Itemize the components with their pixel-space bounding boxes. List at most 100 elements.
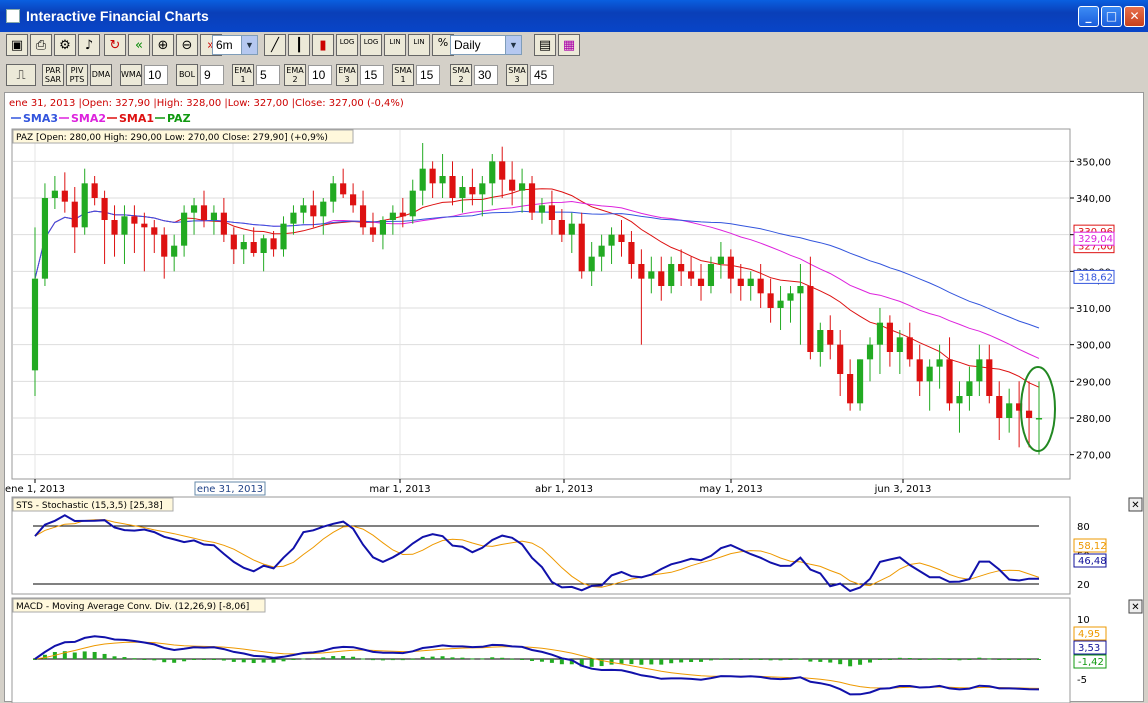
chart-panel[interactable]: ene 31, 2013 |Open: 327,90 |High: 328,00… (4, 92, 1145, 703)
macd-tag: 3,53 (1078, 643, 1100, 654)
macd-hist-bar (400, 659, 405, 661)
stoch-tick-label: 80 (1077, 522, 1090, 533)
macd-hist-bar (321, 657, 326, 659)
scroll-left-icon[interactable]: « (128, 34, 150, 56)
minimize-button[interactable]: _ (1078, 6, 1099, 27)
color-palette-icon[interactable]: ▦ (558, 34, 580, 56)
macd-hist-bar (967, 659, 972, 660)
macd-hist-bar (92, 651, 97, 659)
candle-body (419, 168, 426, 191)
lin-button-1[interactable]: LIN (384, 34, 406, 56)
indicator-add-icon[interactable]: ⎍ (6, 64, 36, 86)
range-select[interactable]: 6m ▼ (212, 35, 258, 55)
macd-hist-bar (351, 656, 356, 659)
range-value: 6m (216, 38, 233, 52)
candle-body (906, 337, 913, 360)
title-bar[interactable]: Interactive Financial Charts _ □ ✕ (0, 0, 1148, 32)
price-axis: 350,00340,00330,00320,00310,00300,00290,… (1070, 157, 1111, 462)
ema3-button[interactable]: EMA 3 (336, 64, 358, 86)
candle-body (956, 396, 963, 404)
candle-body (190, 205, 198, 213)
ema2-button[interactable]: EMA 2 (284, 64, 306, 86)
candle-body (250, 242, 257, 253)
candle-body (369, 227, 377, 235)
candle-body (71, 201, 78, 228)
wma-button[interactable]: WMA (120, 64, 142, 86)
candle-body (489, 161, 496, 184)
sma2-button[interactable]: SMA 2 (450, 64, 472, 86)
maximize-button[interactable]: □ (1101, 6, 1122, 27)
macd-hist-bar (102, 653, 107, 659)
line-chart-icon[interactable]: ╱ (264, 34, 286, 56)
wma-period[interactable]: 10 (144, 65, 168, 85)
indicator-toolbar: ⎍ PAR SAR PIV PTS DMA WMA 10 BOL 9 EMA 1… (4, 63, 1144, 89)
sma1-period[interactable]: 15 (416, 65, 440, 85)
candle-body (926, 366, 933, 382)
candle-body (996, 396, 1003, 418)
candle-body (787, 293, 794, 301)
date-label: jun 3, 2013 (874, 484, 932, 495)
stochastic-pane[interactable] (11, 496, 1071, 595)
price-tag: 329,04 (1078, 234, 1113, 245)
macd-hist-bar (947, 659, 952, 660)
macd-hist-bar (430, 656, 435, 659)
lin-button-2[interactable]: LIN (408, 34, 430, 56)
candle-body (379, 220, 387, 235)
sma1-button[interactable]: SMA 1 (392, 64, 414, 86)
macd-hist-bar (192, 659, 197, 660)
bar-chart-icon[interactable]: ┃ (288, 34, 310, 56)
date-label: abr 1, 2013 (535, 484, 593, 495)
macd-hist-bar (1037, 659, 1041, 660)
print-icon[interactable]: ⎙ (30, 34, 52, 56)
ema1-period[interactable]: 5 (256, 65, 280, 85)
stoch-header: STS - Stochastic (15,3,5) [25,38] (16, 501, 163, 511)
candle-body (856, 359, 864, 404)
interval-select[interactable]: Daily ▼ (450, 35, 522, 55)
candle-body (469, 187, 476, 195)
candle-body (151, 227, 158, 235)
bol-period[interactable]: 9 (200, 65, 224, 85)
candle-body (1025, 410, 1033, 418)
candle-body (727, 256, 734, 279)
ema2-period[interactable]: 10 (308, 65, 332, 85)
price-tick-label: 310,00 (1076, 304, 1111, 315)
chart-canvas[interactable]: ene 31, 2013 |Open: 327,90 |High: 328,00… (5, 93, 1145, 703)
candle-chart-icon[interactable]: ▮ (312, 34, 334, 56)
sound-icon[interactable]: ♪ (78, 34, 100, 56)
sma3-period[interactable]: 45 (530, 65, 554, 85)
candle-body (658, 271, 665, 286)
close-icon: ✕ (1131, 602, 1139, 613)
chart-settings-icon[interactable]: ▤ (534, 34, 556, 56)
macd-hist-bar (848, 659, 853, 667)
zoom-in-icon[interactable]: ⊕ (152, 34, 174, 56)
piv-pts-button[interactable]: PIV PTS (66, 64, 88, 86)
macd-hist-bar (1017, 659, 1022, 660)
par-sar-button[interactable]: PAR SAR (42, 64, 64, 86)
candle-body (340, 183, 347, 195)
save-icon[interactable]: ▣ (6, 34, 28, 56)
price-tick-label: 300,00 (1076, 341, 1111, 352)
refresh-icon[interactable]: ↻ (104, 34, 126, 56)
close-button[interactable]: ✕ (1124, 6, 1145, 27)
log-button-1[interactable]: LOG (336, 34, 358, 56)
ema3-period[interactable]: 15 (360, 65, 384, 85)
macd-hist-bar (281, 659, 286, 662)
macd-hist-bar (331, 656, 336, 659)
price-pane[interactable] (11, 128, 1071, 480)
candle-body (81, 183, 88, 228)
bol-button[interactable]: BOL (176, 64, 198, 86)
ema1-button[interactable]: EMA 1 (232, 64, 254, 86)
price-tags: 330,96327,00329,04317,72318,62 (1073, 224, 1115, 287)
window-title: Interactive Financial Charts (26, 8, 209, 24)
candle-body (121, 216, 128, 235)
settings-icon[interactable]: ⚙ (54, 34, 76, 56)
candle-body (817, 330, 824, 352)
candle-body (350, 194, 357, 206)
sma2-period[interactable]: 30 (474, 65, 498, 85)
macd-hist-bar (639, 659, 644, 665)
log-button-2[interactable]: LOG (360, 34, 382, 56)
zoom-out-icon[interactable]: ⊖ (176, 34, 198, 56)
dma-button[interactable]: DMA (90, 64, 112, 86)
macd-hist-bar (122, 657, 127, 659)
sma3-button[interactable]: SMA 3 (506, 64, 528, 86)
